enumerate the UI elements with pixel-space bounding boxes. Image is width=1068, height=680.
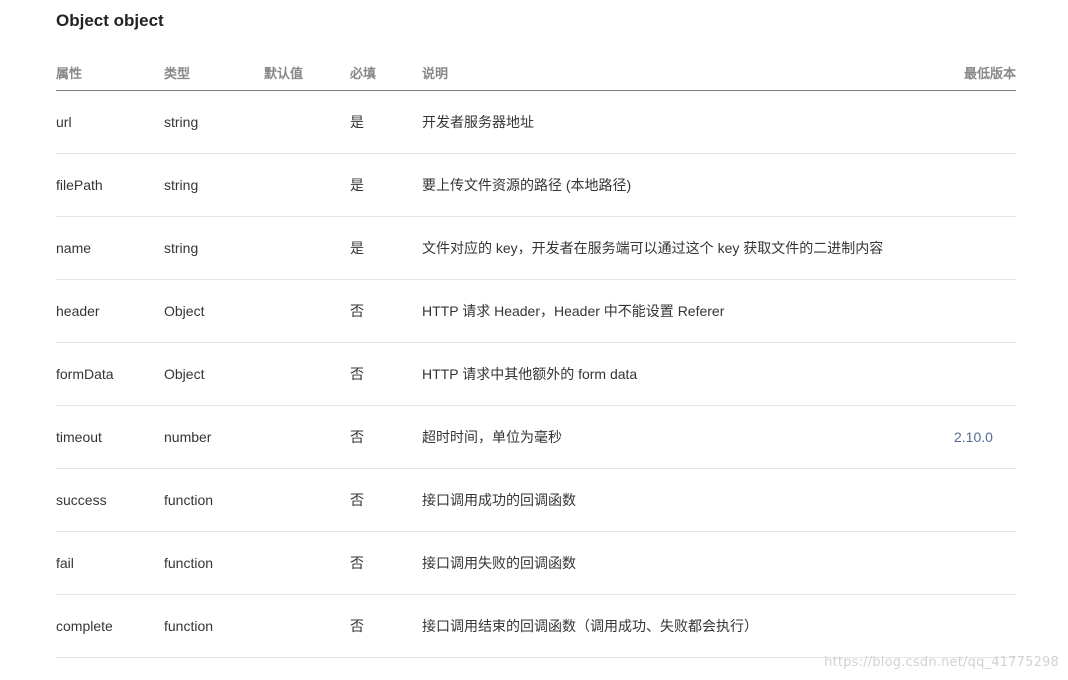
cell-version [954, 153, 1016, 217]
cell-default [264, 342, 350, 406]
cell-name: header [56, 279, 164, 343]
table-row: timeout number 否 超时时间，单位为毫秒 2.10.0 [56, 405, 1016, 469]
cell-default [264, 531, 350, 595]
cell-name: url [56, 90, 164, 154]
cell-description: 文件对应的 key，开发者在服务端可以通过这个 key 获取文件的二进制内容 [422, 216, 954, 280]
cell-version [954, 531, 1016, 595]
column-header-default: 默认值 [264, 54, 350, 91]
column-header-required: 必填 [350, 54, 422, 91]
table-row: name string 是 文件对应的 key，开发者在服务端可以通过这个 ke… [56, 216, 1016, 280]
cell-default [264, 216, 350, 280]
parameter-table: 属性 类型 默认值 必填 说明 最低版本 url string 是 开发者服务器… [56, 54, 1016, 658]
table-row: url string 是 开发者服务器地址 [56, 90, 1016, 154]
table-header-row: 属性 类型 默认值 必填 说明 最低版本 [56, 54, 1016, 91]
cell-type: string [164, 153, 264, 217]
cell-required: 否 [350, 405, 422, 469]
cell-description: HTTP 请求中其他额外的 form data [422, 342, 954, 406]
cell-version [954, 342, 1016, 406]
cell-version-link[interactable]: 2.10.0 [954, 405, 1016, 469]
cell-default [264, 405, 350, 469]
cell-description: 接口调用成功的回调函数 [422, 468, 954, 532]
table-row: complete function 否 接口调用结束的回调函数（调用成功、失败都… [56, 594, 1016, 658]
cell-default [264, 594, 350, 658]
cell-version [954, 216, 1016, 280]
cell-type: function [164, 594, 264, 658]
table-header: 属性 类型 默认值 必填 说明 最低版本 [56, 54, 1016, 91]
column-header-type: 类型 [164, 54, 264, 91]
cell-required: 否 [350, 468, 422, 532]
cell-type: Object [164, 279, 264, 343]
cell-name: formData [56, 342, 164, 406]
cell-description: 接口调用结束的回调函数（调用成功、失败都会执行） [422, 594, 954, 658]
cell-version [954, 90, 1016, 154]
cell-type: function [164, 531, 264, 595]
watermark: https://blog.csdn.net/qq_41775298 [824, 655, 1059, 670]
cell-name: filePath [56, 153, 164, 217]
cell-description: 要上传文件资源的路径 (本地路径) [422, 153, 954, 217]
cell-default [264, 468, 350, 532]
column-header-version: 最低版本 [954, 54, 1016, 91]
table-row: fail function 否 接口调用失败的回调函数 [56, 531, 1016, 595]
cell-type: string [164, 216, 264, 280]
column-header-name: 属性 [56, 54, 164, 91]
cell-version [954, 279, 1016, 343]
cell-name: name [56, 216, 164, 280]
cell-description: HTTP 请求 Header，Header 中不能设置 Referer [422, 279, 954, 343]
cell-name: timeout [56, 405, 164, 469]
cell-required: 否 [350, 531, 422, 595]
cell-default [264, 279, 350, 343]
cell-required: 是 [350, 216, 422, 280]
cell-required: 是 [350, 90, 422, 154]
table-row: formData Object 否 HTTP 请求中其他额外的 form dat… [56, 342, 1016, 406]
cell-required: 否 [350, 342, 422, 406]
cell-required: 否 [350, 279, 422, 343]
cell-default [264, 90, 350, 154]
cell-default [264, 153, 350, 217]
cell-version [954, 594, 1016, 658]
cell-type: string [164, 90, 264, 154]
section-title: Object object [56, 11, 164, 30]
cell-description: 开发者服务器地址 [422, 90, 954, 154]
cell-type: number [164, 405, 264, 469]
cell-version [954, 468, 1016, 532]
column-header-description: 说明 [422, 54, 954, 91]
cell-type: function [164, 468, 264, 532]
table-row: success function 否 接口调用成功的回调函数 [56, 468, 1016, 532]
cell-name: fail [56, 531, 164, 595]
cell-required: 是 [350, 153, 422, 217]
cell-type: Object [164, 342, 264, 406]
table-row: filePath string 是 要上传文件资源的路径 (本地路径) [56, 153, 1016, 217]
cell-description: 超时时间，单位为毫秒 [422, 405, 954, 469]
cell-description: 接口调用失败的回调函数 [422, 531, 954, 595]
cell-name: success [56, 468, 164, 532]
cell-required: 否 [350, 594, 422, 658]
table-row: header Object 否 HTTP 请求 Header，Header 中不… [56, 279, 1016, 343]
cell-name: complete [56, 594, 164, 658]
table-body: url string 是 开发者服务器地址 filePath string 是 … [56, 90, 1016, 658]
